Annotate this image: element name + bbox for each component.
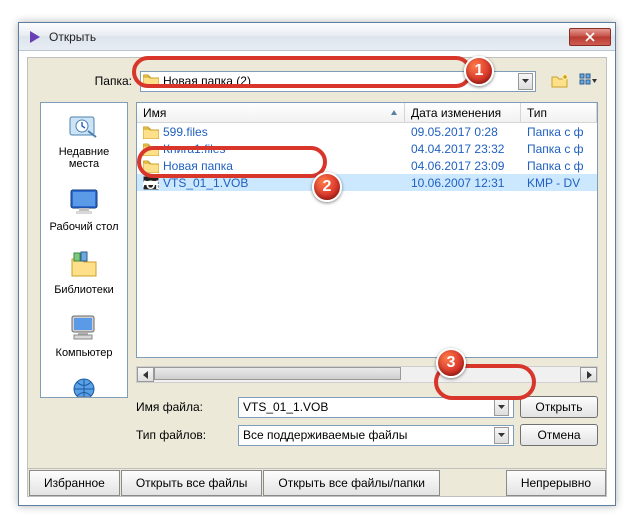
filename-value: VTS_01_1.VOB	[243, 400, 328, 414]
open-all-files-folders-button[interactable]: Открыть все файлы/папки	[263, 470, 440, 496]
file-type: Папка с ф	[521, 142, 597, 156]
file-row[interactable]: Книга1.files 04.04.2017 23:32Папка с ф	[137, 140, 597, 157]
svg-text:VOB: VOB	[143, 178, 159, 190]
scroll-thumb[interactable]	[154, 367, 401, 380]
column-type[interactable]: Тип	[521, 103, 597, 122]
column-type-text: Тип	[527, 106, 547, 120]
open-dialog: Открыть Папка: Новая папка (2)	[18, 22, 616, 506]
bottom-bar: Избранное Открыть все файлы Открыть все …	[28, 468, 606, 496]
sidebar-item-desktop[interactable]: Рабочий стол	[41, 178, 127, 241]
scroll-right-button[interactable]	[580, 367, 597, 382]
file-name: VTS_01_1.VOB	[163, 176, 248, 190]
file-list-header: Имя Дата изменения Тип	[137, 103, 597, 123]
network-icon	[68, 375, 100, 398]
sidebar-item-network[interactable]: Сеть	[41, 367, 127, 398]
file-date: 09.05.2017 0:28	[405, 125, 521, 139]
folder-icon	[143, 125, 159, 139]
titlebar[interactable]: Открыть	[19, 23, 615, 51]
scroll-left-button[interactable]	[137, 367, 154, 382]
horizontal-scrollbar[interactable]	[136, 366, 598, 383]
toolbar-icons	[550, 71, 598, 91]
file-date: 04.06.2017 23:09	[405, 159, 521, 173]
libraries-icon	[68, 249, 100, 281]
column-name-text: Имя	[143, 106, 166, 120]
file-row[interactable]: 599.files 09.05.2017 0:28Папка с ф	[137, 123, 597, 140]
filetype-row: Тип файлов: Все поддерживаемые файлы Отм…	[136, 424, 598, 446]
recent-icon	[68, 111, 100, 143]
annotation-badge-3: 3	[436, 348, 466, 378]
file-row[interactable]: VOB VTS_01_1.VOB 10.06.2007 12:31KMP - DV	[137, 174, 597, 191]
new-folder-icon[interactable]	[550, 71, 570, 91]
filetype-value: Все поддерживаемые файлы	[243, 428, 407, 442]
filetype-combo[interactable]: Все поддерживаемые файлы	[238, 425, 514, 446]
filename-label: Имя файла:	[136, 400, 232, 414]
file-name: Книга1.files	[163, 142, 225, 156]
video-file-icon: VOB	[143, 176, 159, 190]
desktop-icon	[68, 186, 100, 218]
close-button[interactable]	[569, 28, 611, 46]
app-play-icon	[27, 29, 43, 45]
filename-input[interactable]: VTS_01_1.VOB	[238, 397, 514, 418]
open-button[interactable]: Открыть	[520, 396, 598, 418]
chevron-down-icon[interactable]	[494, 427, 509, 444]
column-date[interactable]: Дата изменения	[405, 103, 521, 122]
chevron-down-icon[interactable]	[494, 399, 509, 416]
folder-icon	[143, 159, 159, 173]
view-menu-icon[interactable]	[578, 71, 598, 91]
close-icon	[585, 32, 595, 42]
sidebar-item-recent[interactable]: Недавние места	[41, 103, 127, 178]
window-title: Открыть	[49, 30, 569, 44]
filetype-label: Тип файлов:	[136, 428, 232, 442]
sort-asc-icon	[390, 109, 398, 117]
folder-icon	[143, 73, 159, 89]
file-list: Имя Дата изменения Тип 599.files 09.05.20…	[136, 102, 598, 358]
folder-icon	[143, 142, 159, 156]
annotation-badge-2: 2	[312, 172, 342, 202]
filename-row: Имя файла: VTS_01_1.VOB Открыть	[136, 396, 598, 418]
column-date-text: Дата изменения	[411, 106, 501, 120]
sidebar-item-label: Компьютер	[56, 347, 113, 359]
annotation-badge-1: 1	[464, 56, 494, 86]
open-all-files-button[interactable]: Открыть все файлы	[121, 470, 263, 496]
computer-icon	[68, 312, 100, 344]
scroll-track[interactable]	[154, 367, 580, 382]
file-date: 10.06.2007 12:31	[405, 176, 521, 190]
sidebar-item-computer[interactable]: Компьютер	[41, 304, 127, 367]
folder-row: Папка: Новая папка (2)	[28, 70, 598, 92]
continuous-button[interactable]: Непрерывно	[506, 470, 606, 496]
dialog-content: Папка: Новая папка (2)	[27, 57, 607, 497]
file-row[interactable]: Новая папка 04.06.2017 23:09Папка с ф	[137, 157, 597, 174]
file-name: 599.files	[163, 125, 208, 139]
sidebar-item-libraries[interactable]: Библиотеки	[41, 241, 127, 304]
file-date: 04.04.2017 23:32	[405, 142, 521, 156]
file-type: Папка с ф	[521, 125, 597, 139]
folder-label: Папка:	[28, 74, 140, 88]
places-sidebar: Недавние места Рабочий стол Библиотеки К…	[40, 102, 128, 398]
file-name: Новая папка	[163, 159, 233, 173]
cancel-button[interactable]: Отмена	[520, 424, 598, 446]
favorites-button[interactable]: Избранное	[29, 470, 120, 496]
file-type: KMP - DV	[521, 176, 597, 190]
sidebar-item-label: Недавние места	[43, 146, 125, 170]
file-type: Папка с ф	[521, 159, 597, 173]
sidebar-item-label: Библиотеки	[54, 284, 114, 296]
sidebar-item-label: Рабочий стол	[49, 221, 118, 233]
column-name[interactable]: Имя	[137, 103, 405, 122]
chevron-down-icon[interactable]	[518, 73, 533, 90]
